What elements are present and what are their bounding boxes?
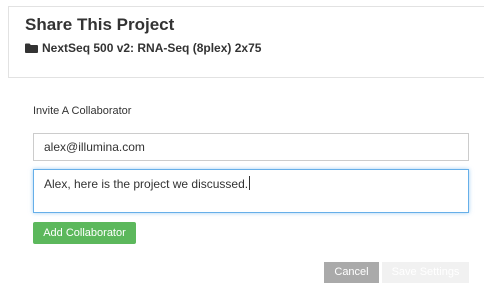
page-title: Share This Project: [25, 15, 175, 34]
invite-collaborator-label: Invite A Collaborator: [33, 105, 132, 117]
save-settings-button[interactable]: Save Settings: [382, 262, 469, 283]
text-caret: [249, 176, 251, 190]
project-name: NextSeq 500 v2: RNA-Seq (8plex) 2x75: [42, 41, 262, 55]
message-text: Alex, here is the project we discussed.: [44, 177, 249, 191]
cancel-button[interactable]: Cancel: [324, 262, 379, 283]
email-field[interactable]: alex@illumina.com: [33, 133, 469, 161]
message-field[interactable]: Alex, here is the project we discussed.: [33, 169, 469, 213]
folder-icon: [25, 43, 38, 53]
add-collaborator-button[interactable]: Add Collaborator: [33, 222, 136, 244]
project-line: NextSeq 500 v2: RNA-Seq (8plex) 2x75: [25, 40, 261, 56]
